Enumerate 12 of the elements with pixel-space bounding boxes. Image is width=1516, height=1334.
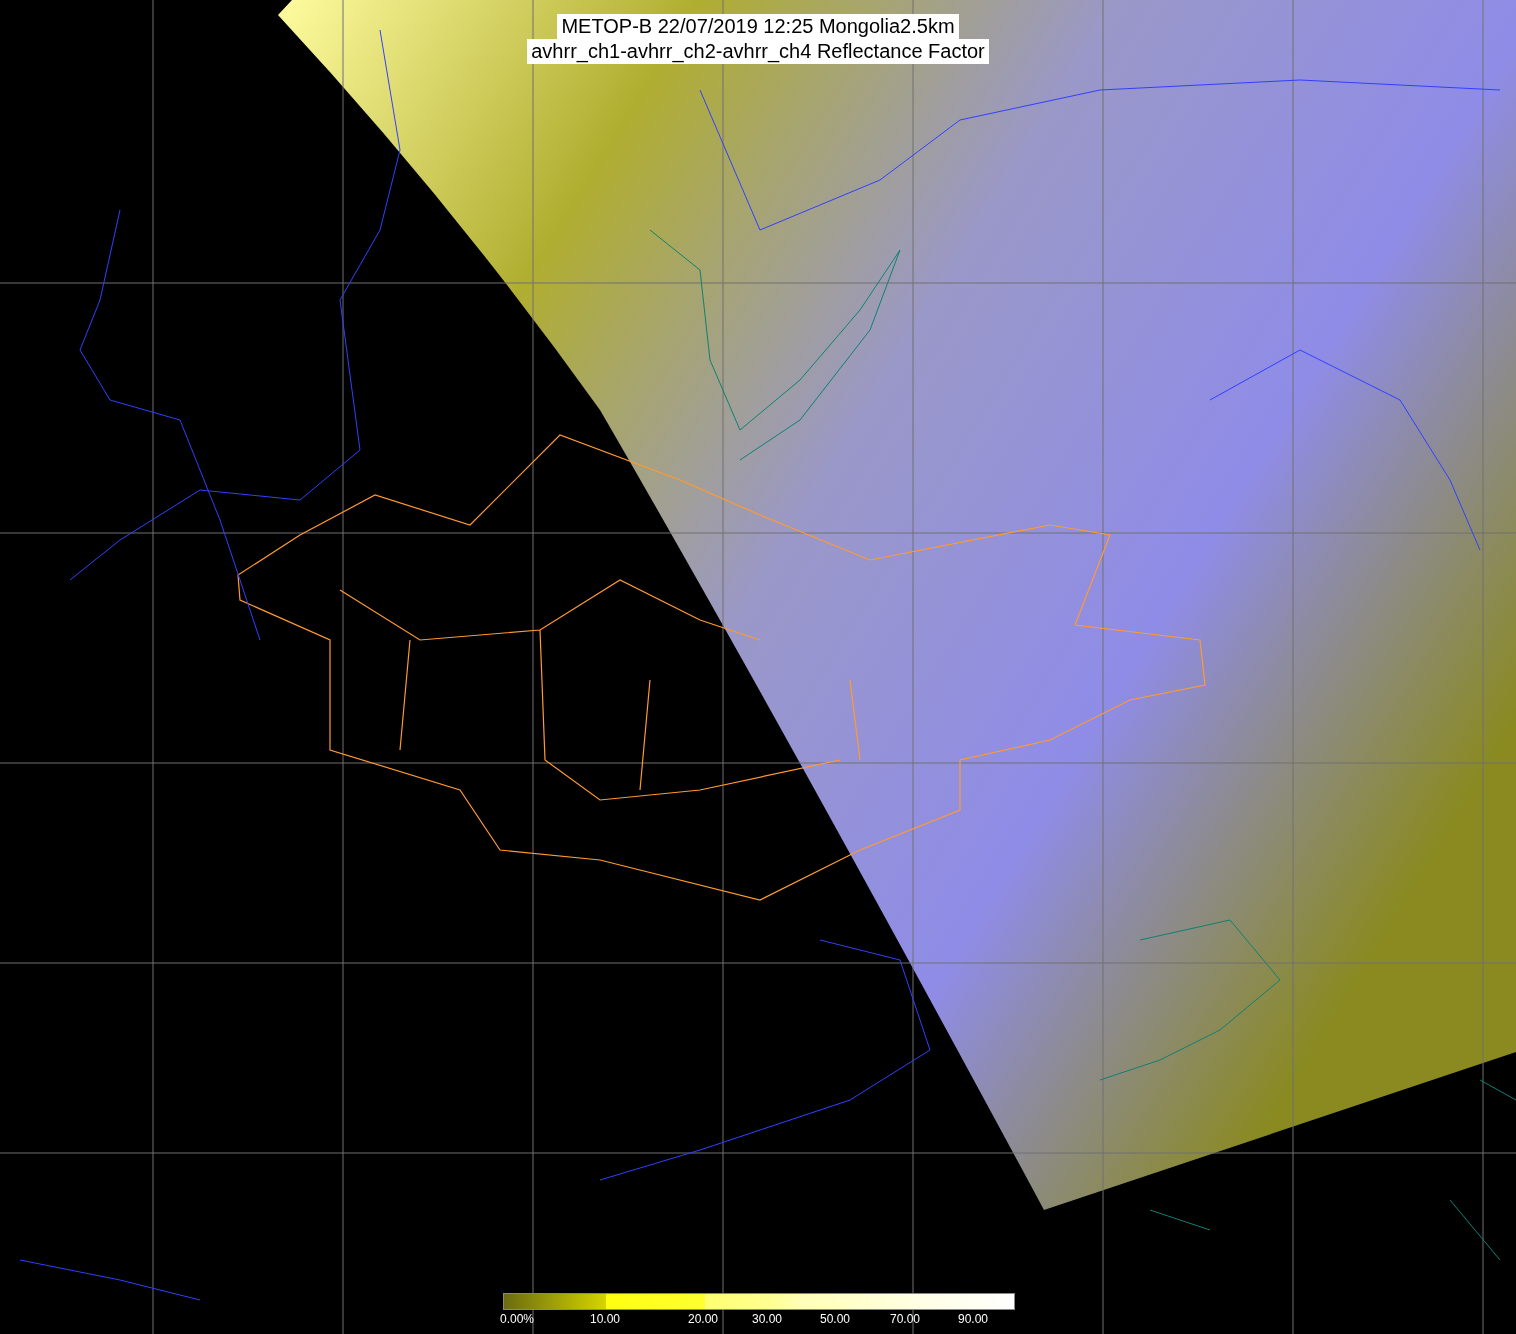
colorbar-label: 50.00: [820, 1312, 851, 1326]
coastline: [1149, 1209, 1211, 1231]
colorbar-label: 0.00%: [500, 1312, 535, 1326]
colorbar-label: 10.00: [590, 1312, 621, 1326]
coastline: [1479, 1079, 1516, 1101]
colorbar-label: 20.00: [688, 1312, 719, 1326]
map-title: METOP-B 22/07/2019 12:25 Mongolia2.5km: [557, 14, 959, 39]
colorbar-label: 70.00: [890, 1312, 921, 1326]
colorbar-label: 30.00: [752, 1312, 783, 1326]
coastline: [1449, 1199, 1501, 1261]
map-title: avhrr_ch1-avhrr_ch2-avhrr_ch4 Reflectance Factor: [527, 39, 989, 64]
colorbar-label: 90.00: [958, 1312, 989, 1326]
